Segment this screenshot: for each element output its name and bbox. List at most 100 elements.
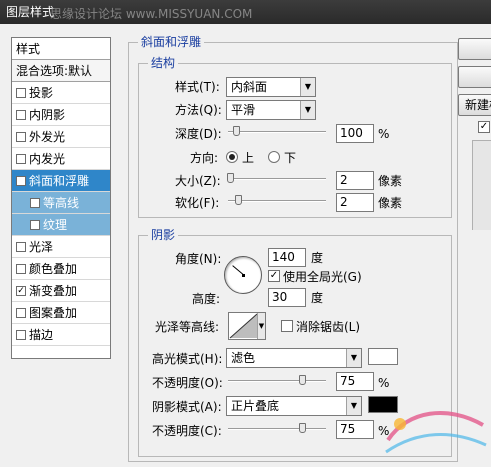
style-item-label: 颜色叠加 [29,261,78,276]
soften-unit: 像素 [378,196,403,210]
style-item-10[interactable]: 图案叠加 [12,302,110,324]
direction-down-label: 下 [284,151,297,165]
style-item-label: 渐变叠加 [29,283,78,298]
angle-dial-needle [232,265,244,275]
technique-select[interactable]: 平滑 ▼ [226,100,316,120]
highlight-mode-select[interactable]: 滤色 ▼ [226,348,362,368]
gloss-contour-picker[interactable]: ▼ [228,312,266,340]
style-label: 样式(T): [175,80,220,94]
style-item-label: 等高线 [43,195,80,210]
style-select[interactable]: 内斜面 ▼ [226,77,316,97]
style-item-checkbox[interactable] [30,197,40,208]
style-item-11[interactable]: 描边 [12,324,110,346]
style-item-checkbox[interactable] [16,263,26,274]
style-item-checkbox[interactable] [16,241,26,252]
ok-button[interactable] [458,38,491,60]
style-item-7[interactable]: 光泽 [12,236,110,258]
preview-checkbox[interactable]: ✓ [478,121,490,133]
style-select-value: 内斜面 [231,80,268,94]
anti-alias-checkbox[interactable] [281,320,293,332]
styles-list-panel: 样式 混合选项:默认 投影 内阴影 外发光 内发光 ✓ 斜面和浮雕 等高线 纹理 光泽 颜色叠加 ✓… [11,37,111,359]
size-slider-thumb[interactable] [226,173,234,183]
style-item-checkbox[interactable] [16,307,26,318]
gloss-contour-label: 光泽等高线: [155,320,220,334]
style-item-0[interactable]: 投影 [12,82,110,104]
style-item-label: 描边 [29,327,54,342]
depth-input[interactable]: 100 [336,124,374,143]
angle-dial[interactable] [224,256,262,294]
shadow-opacity-thumb[interactable] [298,423,306,433]
size-slider[interactable] [226,173,326,183]
style-item-checkbox[interactable] [16,109,26,120]
blending-options-item[interactable]: 混合选项:默认 [12,60,110,82]
highlight-color-swatch[interactable] [368,348,398,365]
soften-slider-thumb[interactable] [234,195,242,205]
shadow-mode-select[interactable]: 正片叠底 ▼ [226,396,362,416]
style-item-checkbox[interactable] [16,87,26,98]
shadow-mode-value: 正片叠底 [231,399,280,413]
shadow-opacity-input[interactable]: 75 [336,420,374,439]
highlight-opacity-unit: % [378,376,390,390]
angle-label: 角度(N): [175,252,222,266]
direction-up-radio[interactable] [226,151,238,163]
shadow-opacity-slider[interactable] [228,423,326,433]
depth-slider[interactable] [228,126,326,136]
style-item-4[interactable]: ✓ 斜面和浮雕 [12,170,110,192]
style-item-checkbox[interactable]: ✓ [16,285,26,296]
chevron-down-icon: ▼ [346,397,361,415]
depth-slider-thumb[interactable] [232,126,240,136]
size-input[interactable]: 2 [336,171,374,190]
direction-label: 方向: [190,151,219,165]
style-item-checkbox[interactable] [16,329,26,340]
watermark-logo [385,411,487,454]
style-item-checkbox[interactable] [30,219,40,230]
style-item-label: 内阴影 [29,107,66,122]
global-light-checkbox[interactable]: ✓ [268,270,280,282]
style-item-1[interactable]: 内阴影 [12,104,110,126]
cancel-button[interactable] [458,66,491,88]
style-item-9[interactable]: ✓ 渐变叠加 [12,280,110,302]
style-item-checkbox[interactable] [16,131,26,142]
soften-label: 软化(F): [175,196,220,210]
style-item-label: 纹理 [43,217,68,232]
soften-slider[interactable] [228,195,326,205]
style-item-5[interactable]: 等高线 [12,192,110,214]
technique-select-value: 平滑 [231,103,256,117]
shadow-opacity-label: 不透明度(C): [152,424,222,438]
global-light-label: 使用全局光(G) [283,270,362,284]
highlight-opacity-thumb[interactable] [298,375,306,385]
highlight-opacity-slider[interactable] [228,375,326,385]
size-label: 大小(Z): [175,174,221,188]
watermark-text: 思缘设计论坛 www.MISSYUAN.COM [50,7,253,21]
style-item-3[interactable]: 内发光 [12,148,110,170]
style-item-8[interactable]: 颜色叠加 [12,258,110,280]
highlight-opacity-label: 不透明度(O): [152,376,223,390]
new-style-button[interactable]: 新建样式... [458,94,491,116]
shadow-mode-label: 阴影模式(A): [152,400,222,414]
technique-label: 方法(Q): [175,103,222,117]
style-item-checkbox[interactable]: ✓ [16,175,26,186]
altitude-input[interactable]: 30 [268,288,306,307]
style-item-2[interactable]: 外发光 [12,126,110,148]
highlight-opacity-input[interactable]: 75 [336,372,374,391]
anti-alias-label: 消除锯齿(L) [296,320,361,334]
soften-input[interactable]: 2 [336,193,374,212]
style-item-label: 图案叠加 [29,305,78,320]
highlight-mode-label: 高光模式(H): [152,352,223,366]
depth-unit: % [378,127,390,141]
preview-thumbnail [472,140,491,230]
style-item-label: 投影 [29,85,54,100]
style-item-6[interactable]: 纹理 [12,214,110,236]
style-item-checkbox[interactable] [16,153,26,164]
title-bar: 图层样式 思缘设计论坛 www.MISSYUAN.COM [0,0,491,24]
angle-input[interactable]: 140 [268,248,306,267]
style-item-label: 斜面和浮雕 [29,173,90,188]
chevron-down-icon: ▼ [300,78,315,96]
direction-down-radio[interactable] [268,151,280,163]
chevron-down-icon: ▼ [257,313,265,339]
styles-header[interactable]: 样式 [12,38,110,60]
depth-label: 深度(D): [175,127,222,141]
direction-up-label: 上 [242,151,255,165]
altitude-unit: 度 [311,291,324,305]
window-title: 图层样式 [6,5,55,19]
